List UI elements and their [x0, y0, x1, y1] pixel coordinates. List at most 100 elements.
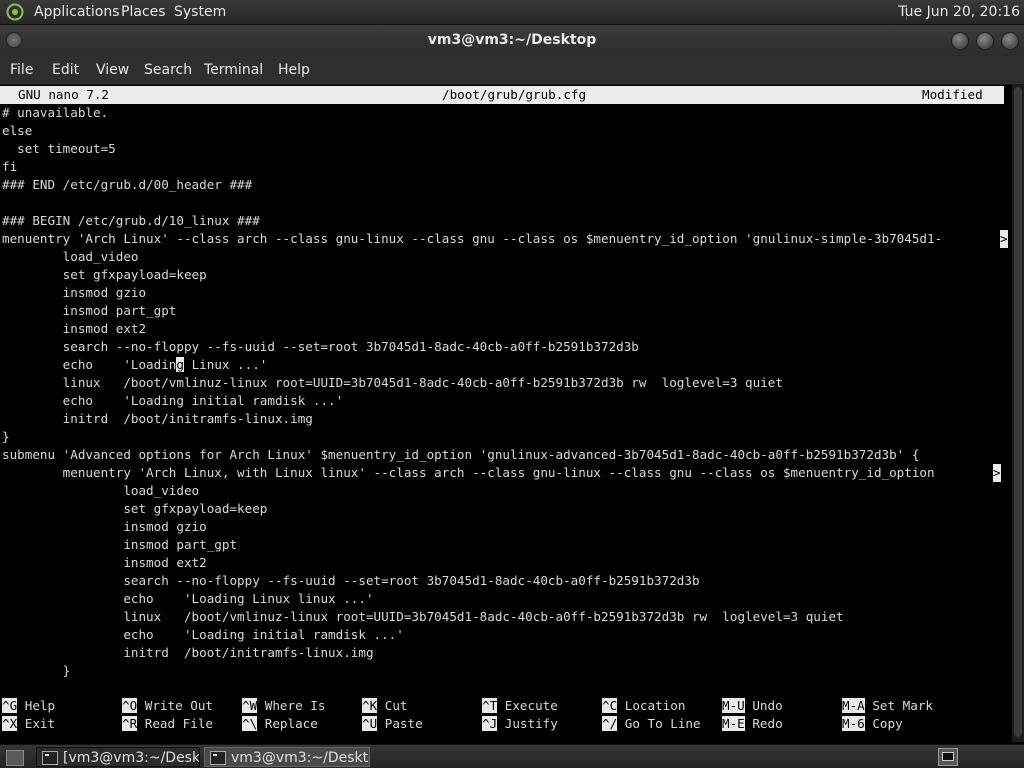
line-overflow-marker: >: [993, 464, 1001, 482]
shortcut-label: Execute: [497, 698, 558, 713]
maximize-button[interactable]: [976, 32, 994, 50]
editor-line[interactable]: menuentry 'Arch Linux, with Linux linux'…: [2, 464, 1010, 482]
shortcut-label: Location: [617, 698, 686, 713]
taskbar-item-label: vm3@vm3:~/Desktop: [231, 750, 369, 766]
shortcut-key: ^G: [2, 698, 18, 713]
shortcut-item: M-A Set Mark: [842, 697, 933, 715]
shortcut-label: Justify: [497, 716, 558, 731]
close-button[interactable]: [1001, 32, 1019, 50]
editor-line[interactable]: linux /boot/vmlinuz-linux root=UUID=3b70…: [2, 608, 1010, 626]
nano-version: GNU nano 7.2: [18, 87, 109, 102]
shortcut-label: Help: [17, 698, 56, 713]
menu-edit[interactable]: Edit: [52, 56, 79, 84]
editor-line[interactable]: load_video: [2, 248, 1010, 266]
shortcut-item: M-U Undo: [722, 697, 783, 715]
shortcut-item: M-6 Copy: [842, 715, 903, 733]
shortcut-item: ^\ Replace: [242, 715, 318, 733]
shortcut-label: Undo: [744, 698, 783, 713]
terminal-menubar: File Edit View Search Terminal Help: [0, 56, 1024, 85]
menu-view[interactable]: View: [96, 56, 129, 84]
distro-logo-icon[interactable]: [6, 3, 24, 21]
shortcut-item: ^C Location: [602, 697, 685, 715]
shortcut-key: M-A: [842, 698, 865, 713]
scrollbar-thumb[interactable]: [1014, 87, 1022, 737]
shortcut-label: Set Mark: [864, 698, 933, 713]
shortcut-item: ^X Exit: [2, 715, 55, 733]
editor-line[interactable]: initrd /boot/initramfs-linux.img: [2, 644, 1010, 662]
editor-line[interactable]: insmod ext2: [2, 320, 1010, 338]
menu-terminal[interactable]: Terminal: [204, 56, 263, 84]
taskbar-item-terminal-1[interactable]: [vm3@vm3:~/Deskt...: [36, 747, 200, 767]
editor-line[interactable]: insmod ext2: [2, 554, 1010, 572]
menu-file[interactable]: File: [10, 56, 33, 84]
editor-line[interactable]: search --no-floppy --fs-uuid --set=root …: [2, 572, 1010, 590]
shortcut-item: ^U Paste: [362, 715, 423, 733]
editor-line[interactable]: insmod gzio: [2, 518, 1010, 536]
editor-line[interactable]: menuentry 'Arch Linux' --class arch --cl…: [2, 230, 1010, 248]
editor-line[interactable]: echo 'Loading initial ramdisk ...': [2, 392, 1010, 410]
shortcut-item: M-E Redo: [722, 715, 783, 733]
bottom-panel: [vm3@vm3:~/Deskt... vm3@vm3:~/Desktop: [0, 744, 1024, 768]
editor-line[interactable]: else: [2, 122, 1010, 140]
editor-line[interactable]: echo 'Loading Linux ...': [2, 356, 1010, 374]
editor-line[interactable]: [2, 194, 1010, 212]
shortcut-item: ^K Cut: [362, 697, 408, 715]
nano-filename: /boot/grub/grub.cfg: [442, 87, 587, 102]
editor-line[interactable]: }: [2, 662, 1010, 680]
window-titlebar[interactable]: vm3@vm3:~/Desktop: [0, 25, 1024, 56]
menu-help[interactable]: Help: [278, 56, 310, 84]
system-menu[interactable]: System: [174, 0, 226, 24]
top-panel: Applications Places System Tue Jun 20, 2…: [0, 0, 1024, 25]
shortcut-label: Cut: [377, 698, 408, 713]
editor-line[interactable]: load_video: [2, 482, 1010, 500]
minimize-button[interactable]: [951, 32, 969, 50]
editor-line[interactable]: ### BEGIN /etc/grub.d/10_linux ###: [2, 212, 1010, 230]
terminal-icon: [42, 751, 58, 765]
shortcut-item: ^R Read File: [122, 715, 213, 733]
shortcut-item: ^G Help: [2, 697, 55, 715]
editor-line[interactable]: linux /boot/vmlinuz-linux root=UUID=3b70…: [2, 374, 1010, 392]
menu-search[interactable]: Search: [144, 56, 192, 84]
shortcut-key: ^T: [482, 698, 498, 713]
editor-line[interactable]: echo 'Loading Linux linux ...': [2, 590, 1010, 608]
shortcut-key: ^X: [2, 716, 18, 731]
editor-line[interactable]: # unavailable.: [2, 104, 1010, 122]
shortcut-key: ^C: [602, 698, 618, 713]
workspace-switcher[interactable]: [938, 748, 958, 766]
editor-line[interactable]: ### END /etc/grub.d/00_header ###: [2, 176, 1010, 194]
shortcut-key: ^R: [122, 716, 138, 731]
clock[interactable]: Tue Jun 20, 20:16: [898, 0, 1020, 24]
shortcut-item: ^W Where Is: [242, 697, 325, 715]
shortcut-label: Paste: [377, 716, 423, 731]
editor-line[interactable]: set timeout=5: [2, 140, 1010, 158]
places-menu[interactable]: Places: [121, 0, 166, 24]
shortcut-item: ^J Justify: [482, 715, 558, 733]
shortcut-key: ^J: [482, 716, 498, 731]
applications-menu[interactable]: Applications: [34, 0, 120, 24]
window-title: vm3@vm3:~/Desktop: [427, 32, 597, 48]
editor-line[interactable]: submenu 'Advanced options for Arch Linux…: [2, 446, 1010, 464]
editor-line[interactable]: search --no-floppy --fs-uuid --set=root …: [2, 338, 1010, 356]
editor-line[interactable]: insmod part_gpt: [2, 302, 1010, 320]
shortcut-key: ^W: [242, 698, 258, 713]
taskbar-item-label: [vm3@vm3:~/Deskt...: [63, 750, 200, 766]
editor-line[interactable]: }: [2, 428, 1010, 446]
taskbar-item-terminal-2[interactable]: vm3@vm3:~/Desktop: [204, 747, 370, 767]
terminal-area[interactable]: GNU nano 7.2 /boot/grub/grub.cfg Modifie…: [0, 85, 1012, 742]
editor-line[interactable]: insmod gzio: [2, 284, 1010, 302]
shortcut-label: Redo: [744, 716, 783, 731]
editor-line[interactable]: set gfxpayload=keep: [2, 500, 1010, 518]
terminal-scrollbar[interactable]: [1012, 85, 1024, 742]
text-cursor: g: [176, 357, 184, 372]
desktop-screen: Applications Places System Tue Jun 20, 2…: [0, 0, 1024, 768]
nano-modified-status: Modified: [922, 87, 983, 102]
shortcut-label: Write Out: [137, 698, 213, 713]
editor-line[interactable]: echo 'Loading initial ramdisk ...': [2, 626, 1010, 644]
editor-line[interactable]: set gfxpayload=keep: [2, 266, 1010, 284]
workspace-icon: [942, 752, 954, 761]
editor-line[interactable]: insmod part_gpt: [2, 536, 1010, 554]
editor-line[interactable]: fi: [2, 158, 1010, 176]
show-desktop-icon[interactable]: [6, 750, 24, 766]
shortcut-label: Copy: [864, 716, 903, 731]
editor-line[interactable]: initrd /boot/initramfs-linux.img: [2, 410, 1010, 428]
